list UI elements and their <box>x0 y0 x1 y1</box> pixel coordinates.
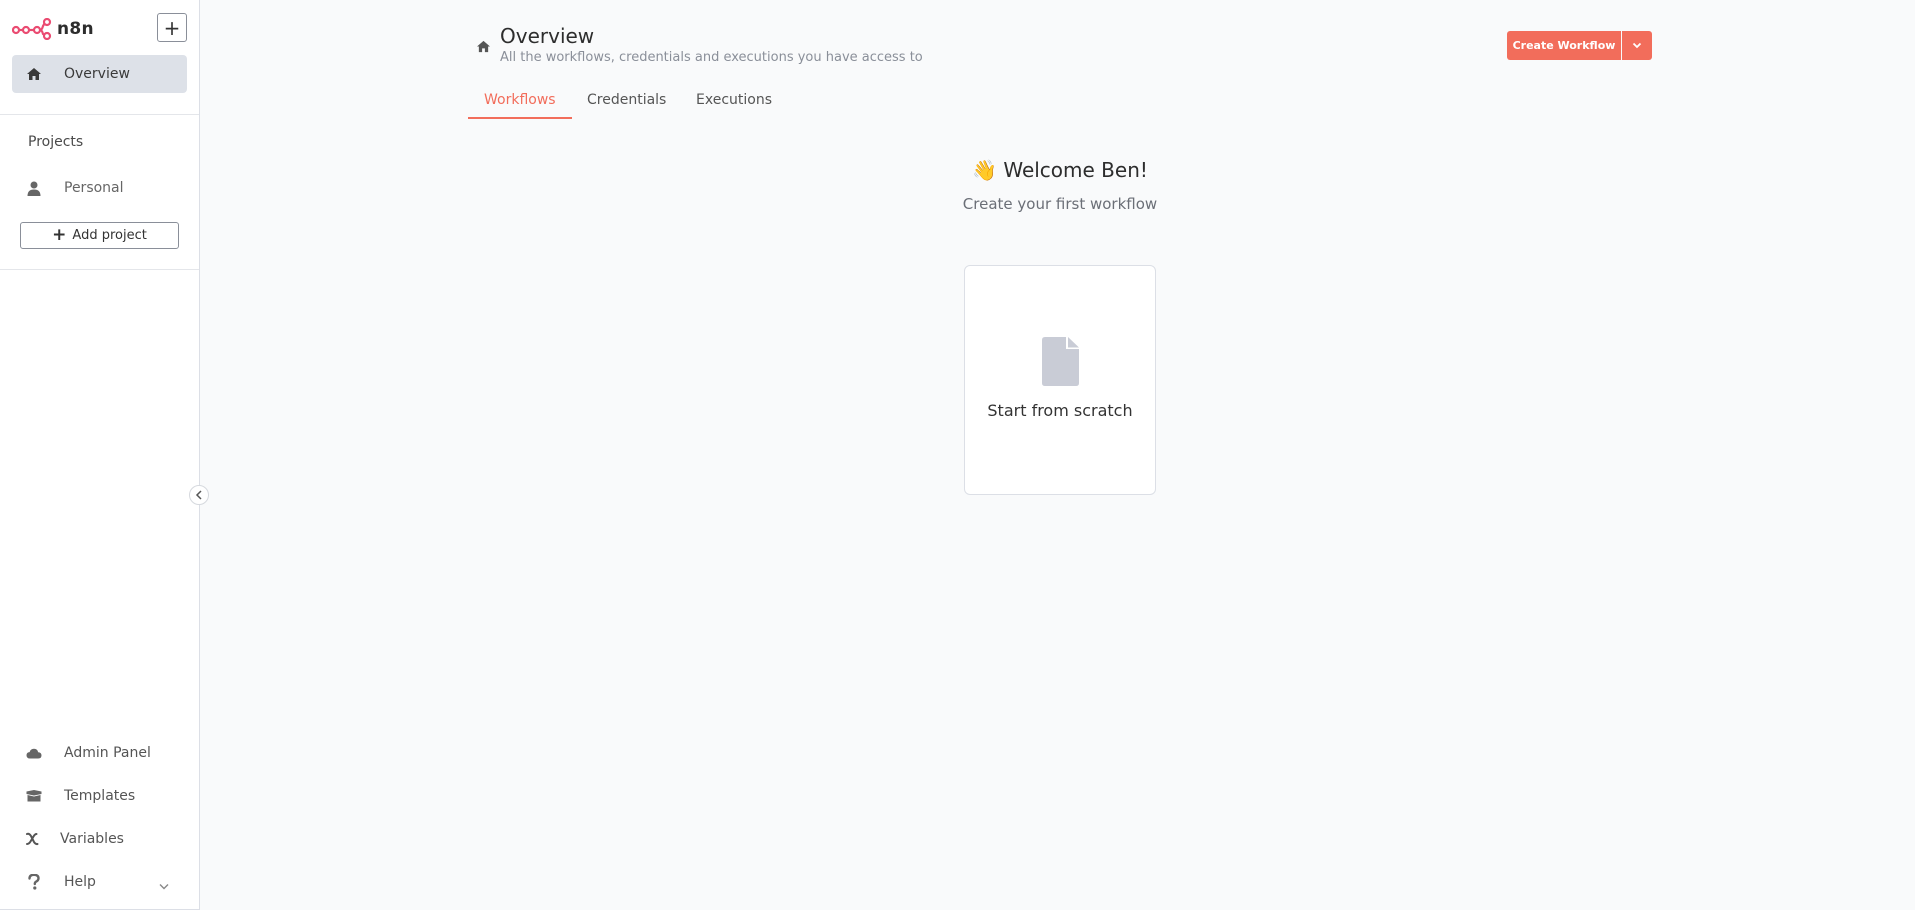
sidebar-item-label: Admin Panel <box>64 745 151 761</box>
logo[interactable]: n8n <box>12 14 94 44</box>
chevron-down-icon <box>1632 42 1642 49</box>
collapse-sidebar-button[interactable] <box>189 485 209 505</box>
sidebar-item-label: Variables <box>60 831 124 847</box>
sidebar-divider <box>0 269 199 270</box>
welcome-heading: 👋 Welcome Ben! <box>960 158 1160 182</box>
tab-workflows[interactable]: Workflows <box>484 92 556 120</box>
create-workflow-button[interactable]: Create Workflow <box>1507 31 1621 60</box>
file-icon <box>1042 337 1079 390</box>
box-icon <box>24 790 44 802</box>
sidebar-item-help[interactable]: Help <box>12 867 187 897</box>
waving-hand-icon: 👋 <box>972 158 997 182</box>
chevron-down-icon <box>159 875 169 894</box>
add-project-button[interactable]: + Add project <box>20 222 179 249</box>
question-icon <box>24 874 44 890</box>
home-icon <box>24 67 44 81</box>
projects-heading: Projects <box>28 134 84 150</box>
sidebar-item-label: Help <box>64 874 96 890</box>
card-label: Start from scratch <box>987 401 1133 420</box>
app-root: n8n + Overview Projects Personal + Add p… <box>0 0 1915 910</box>
sidebar-item-label: Overview <box>64 66 130 82</box>
home-icon <box>476 38 491 57</box>
sidebar-item-variables[interactable]: Variables <box>12 824 187 854</box>
cloud-icon <box>24 748 44 759</box>
variable-icon <box>22 832 42 846</box>
sidebar: n8n + Overview Projects Personal + Add p… <box>0 0 200 910</box>
plus-icon: + <box>163 15 181 40</box>
user-icon <box>24 181 44 196</box>
new-item-button[interactable]: + <box>157 13 187 42</box>
page-title: Overview <box>500 24 595 48</box>
create-options-dropdown[interactable] <box>1622 31 1652 60</box>
sidebar-item-templates[interactable]: Templates <box>12 781 187 811</box>
active-tab-indicator <box>468 117 572 119</box>
plus-icon: + <box>52 225 67 245</box>
sidebar-divider <box>0 114 199 115</box>
chevron-left-icon <box>195 490 203 500</box>
welcome-text: Welcome Ben! <box>1003 158 1148 182</box>
welcome-subtitle: Create your first workflow <box>962 195 1158 213</box>
add-project-label: Add project <box>72 228 147 243</box>
sidebar-item-label: Templates <box>64 788 136 804</box>
page-subtitle: All the workflows, credentials and execu… <box>500 50 923 65</box>
app-name: n8n <box>57 19 94 39</box>
tab-credentials[interactable]: Credentials <box>587 92 666 120</box>
sidebar-item-personal[interactable]: Personal <box>12 173 187 203</box>
start-from-scratch-card[interactable]: Start from scratch <box>964 265 1156 495</box>
sidebar-item-label: Personal <box>64 180 124 196</box>
n8n-logo-icon <box>12 18 52 40</box>
sidebar-item-admin-panel[interactable]: Admin Panel <box>12 738 187 768</box>
tab-executions[interactable]: Executions <box>696 92 772 120</box>
sidebar-item-overview[interactable]: Overview <box>12 55 187 93</box>
